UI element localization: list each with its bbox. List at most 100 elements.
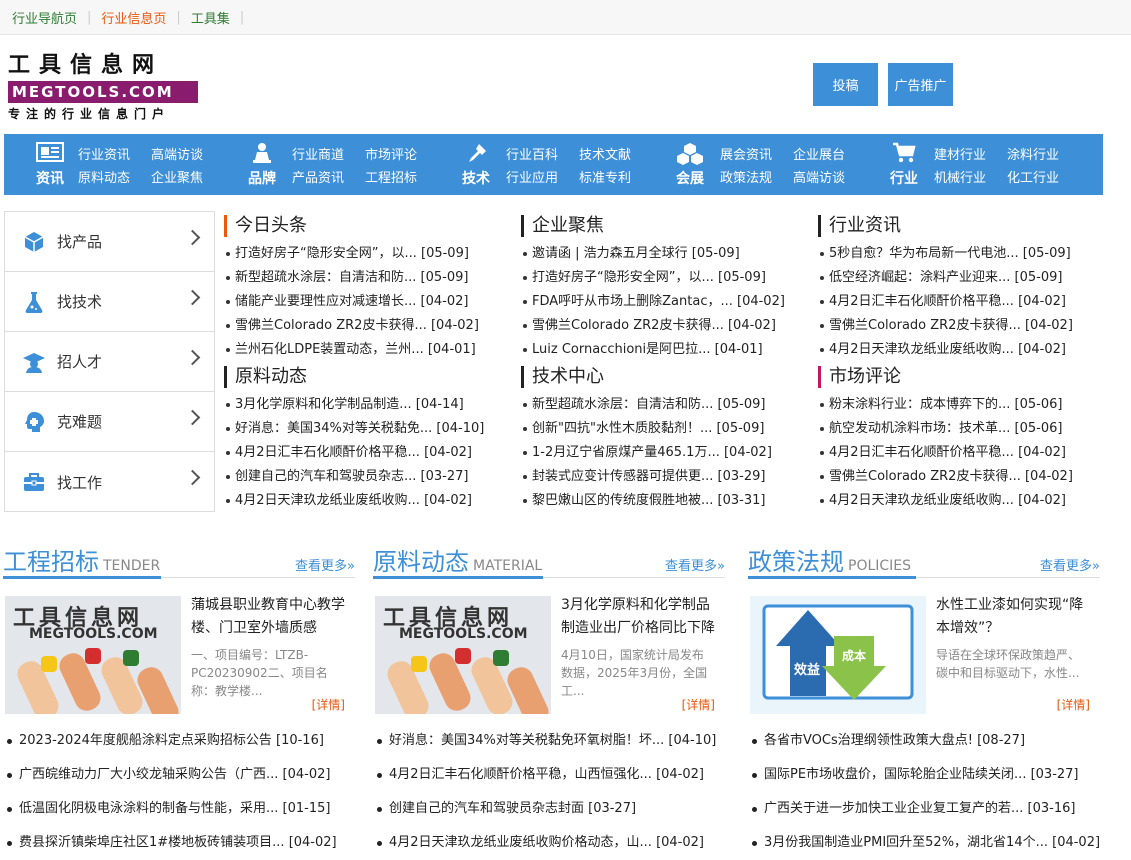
section-title[interactable]: 工程招标 TENDER <box>3 542 160 577</box>
nav-cat-industry[interactable]: 行业 <box>886 168 922 188</box>
thumbnail-image[interactable]: 工具信息网 MEGTOOLS.COM <box>5 596 181 714</box>
nav-link[interactable]: 展会资讯 <box>720 144 772 163</box>
list-item[interactable]: 创建自己的汽车和驾驶员杂志... [03-27] <box>224 465 509 489</box>
block-title[interactable]: 行业资讯 <box>818 215 1118 237</box>
list-item[interactable]: 打造好房子“隐形安全网”，以... [05-09] <box>521 266 806 290</box>
site-logo[interactable]: 工具信息网 MEGTOOLS.COM 专注的行业信息门户 <box>8 53 200 122</box>
list-item[interactable]: 黎巴嫩山区的传统度假胜地被... [03-31] <box>521 489 806 513</box>
list-item[interactable]: 好消息：美国34%对等关税黏免环氧树脂！坏... [04-10] <box>375 724 716 758</box>
section-title[interactable]: 政策法规 POLICIES <box>748 542 911 577</box>
thumbnail-image[interactable]: 效益 成本 <box>750 596 926 714</box>
chevron-right-icon <box>184 409 201 426</box>
list-item[interactable]: 4月2日天津玖龙纸业废纸收购价格动态，山... [04-02] <box>375 826 716 860</box>
nav-link[interactable]: 政策法规 <box>720 167 772 186</box>
list-item[interactable]: 5秒自愈？华为布局新一代电池... [05-09] <box>818 242 1118 266</box>
sidebar-item-problem[interactable]: 克难题 <box>5 392 214 452</box>
submit-button[interactable]: 投稿 <box>813 63 878 106</box>
nav-link[interactable]: 建材行业 <box>934 144 986 163</box>
list-item[interactable]: 粉末涂料行业：成本博弈下的... [05-06] <box>818 393 1118 417</box>
more-link[interactable]: 查看更多» <box>1040 555 1100 574</box>
nav-cat-news[interactable]: 资讯 <box>32 168 68 188</box>
block-title[interactable]: 今日头条 <box>224 215 509 237</box>
list-item[interactable]: 4月2日汇丰石化顺酐价格平稳... [04-02] <box>818 290 1118 314</box>
list-item[interactable]: 3月化学原料和化学制品制造... [04-14] <box>224 393 509 417</box>
list-item[interactable]: 新型超疏水涂层：自清洁和防... [05-09] <box>224 266 509 290</box>
detail-link[interactable]: [详情] <box>1057 696 1090 713</box>
list-item[interactable]: 创新"四抗"水性木质胶黏剂！... [05-09] <box>521 417 806 441</box>
nav-cat-expo[interactable]: 会展 <box>672 168 708 188</box>
list-item[interactable]: 4月2日天津玖龙纸业废纸收购... [04-02] <box>818 338 1118 362</box>
nav-link[interactable]: 行业百科 <box>506 144 558 163</box>
list-item[interactable]: 低温固化阴极电泳涂料的制备与性能，采用... [01-15] <box>5 792 337 826</box>
nav-link[interactable]: 行业商道 <box>292 144 344 163</box>
list-item[interactable]: 雪佛兰Colorado ZR2皮卡获得... [04-02] <box>818 465 1118 489</box>
list-item[interactable]: 邀请函 | 浩力森五月全球行 [05-09] <box>521 242 806 266</box>
list-item[interactable]: 2023-2024年度舰船涂料定点采购招标公告 [10-16] <box>5 724 337 758</box>
list-item[interactable]: 1-2月辽宁省原煤产量465.1万... [04-02] <box>521 441 806 465</box>
nav-cat-tech[interactable]: 技术 <box>458 168 494 188</box>
nav-link[interactable]: 高端访谈 <box>793 167 845 186</box>
nav-link[interactable]: 企业聚焦 <box>151 167 203 186</box>
list-item[interactable]: 雪佛兰Colorado ZR2皮卡获得... [04-02] <box>818 314 1118 338</box>
nav-cat-brand[interactable]: 品牌 <box>244 168 280 188</box>
sidebar-item-tech[interactable]: 找技术 <box>5 272 214 332</box>
list-item[interactable]: 4月2日汇丰石化顺酐价格平稳... [04-02] <box>818 441 1118 465</box>
list-item[interactable]: 广西皖维动力厂大小绞龙轴采购公告（广西... [04-02] <box>5 758 337 792</box>
list-item[interactable]: 创建自己的汽车和驾驶员杂志封面 [03-27] <box>375 792 716 826</box>
list-item[interactable]: 航空发动机涂料市场：技术革... [05-06] <box>818 417 1118 441</box>
top-link-toolset[interactable]: 工具集 <box>191 8 230 27</box>
detail-link[interactable]: [详情] <box>682 696 715 713</box>
list-item[interactable]: 兰州石化LDPE装置动态，兰州... [04-01] <box>224 338 509 362</box>
nav-link[interactable]: 机械行业 <box>934 167 986 186</box>
nav-link[interactable]: 技术文献 <box>579 144 631 163</box>
list-item[interactable]: 好消息：美国34%对等关税黏免... [04-10] <box>224 417 509 441</box>
sidebar-item-job[interactable]: 找工作 <box>5 452 214 512</box>
nav-link[interactable]: 行业应用 <box>506 167 558 186</box>
nav-link[interactable]: 市场评论 <box>365 144 417 163</box>
advertise-button[interactable]: 广告推广 <box>888 63 953 106</box>
block-title[interactable]: 原料动态 <box>224 366 509 388</box>
thumbnail-image[interactable]: 工具信息网 MEGTOOLS.COM <box>375 596 551 714</box>
nav-link[interactable]: 高端访谈 <box>151 144 203 163</box>
list-item[interactable]: 打造好房子“隐形安全网”，以... [05-09] <box>224 242 509 266</box>
list-item[interactable]: Luiz Cornacchioni是阿巴拉... [04-01] <box>521 338 806 362</box>
feature-title[interactable]: 蒲城县职业教育中心教学楼、门卫室外墙质感 <box>191 594 351 640</box>
top-link-industry-nav[interactable]: 行业导航页 <box>12 8 77 27</box>
list-item[interactable]: 各省市VOCs治理纲领性政策大盘点! [08-27] <box>750 724 1110 758</box>
list-item[interactable]: 广西关于进一步加快工业企业复工复产的若... [03-16] <box>750 792 1110 826</box>
more-link[interactable]: 查看更多» <box>665 555 725 574</box>
nav-link[interactable]: 产品资讯 <box>292 167 344 186</box>
block-title[interactable]: 企业聚焦 <box>521 215 806 237</box>
nav-link[interactable]: 化工行业 <box>1007 167 1059 186</box>
sidebar-item-product[interactable]: 找产品 <box>5 212 214 272</box>
list-item[interactable]: 低空经济崛起：涂料产业迎来... [05-09] <box>818 266 1118 290</box>
list-item[interactable]: 4月2日汇丰石化顺酐价格平稳... [04-02] <box>224 441 509 465</box>
detail-link[interactable]: [详情] <box>312 696 345 713</box>
block-title[interactable]: 技术中心 <box>521 366 806 388</box>
feature-title[interactable]: 3月化学原料和化学制品制造业出厂价格同比下降 <box>561 594 721 640</box>
nav-link[interactable]: 涂料行业 <box>1007 144 1059 163</box>
section-title[interactable]: 原料动态 MATERIAL <box>373 542 542 577</box>
list-item[interactable]: 国际PE市场收盘价，国际轮胎企业陆续关闭... [03-27] <box>750 758 1110 792</box>
top-link-industry-info[interactable]: 行业信息页 <box>101 8 166 27</box>
list-item[interactable]: 雪佛兰Colorado ZR2皮卡获得... [04-02] <box>521 314 806 338</box>
list-item[interactable]: 3月份我国制造业PMI回升至52%，湖北省14个... [04-02] <box>750 826 1110 860</box>
sidebar-item-talent[interactable]: 招人才 <box>5 332 214 392</box>
nav-link[interactable]: 行业资讯 <box>78 144 130 163</box>
list-item[interactable]: 4月2日汇丰石化顺酐价格平稳，山西恒强化... [04-02] <box>375 758 716 792</box>
list-item[interactable]: FDA呼吁从市场上删除Zantac，... [04-02] <box>521 290 806 314</box>
list-item[interactable]: 新型超疏水涂层：自清洁和防... [05-09] <box>521 393 806 417</box>
nav-link[interactable]: 企业展台 <box>793 144 845 163</box>
nav-link[interactable]: 工程招标 <box>365 167 417 186</box>
list-item[interactable]: 封装式应变计传感器可提供更... [03-29] <box>521 465 806 489</box>
list-item[interactable]: 储能产业要理性应对减速增长... [04-02] <box>224 290 509 314</box>
nav-link[interactable]: 原料动态 <box>78 167 130 186</box>
list-item[interactable]: 4月2日天津玖龙纸业废纸收购... [04-02] <box>818 489 1118 513</box>
nav-link[interactable]: 标准专利 <box>579 167 631 186</box>
feature-title[interactable]: 水性工业漆如何实现“降本增效”？ <box>936 594 1096 640</box>
more-link[interactable]: 查看更多» <box>295 555 355 574</box>
list-item[interactable]: 4月2日天津玖龙纸业废纸收购... [04-02] <box>224 489 509 513</box>
block-title[interactable]: 市场评论 <box>818 366 1118 388</box>
list-item[interactable]: 费县探沂镇柴埠庄社区1#楼地板砖铺装项目... [04-02] <box>5 826 337 860</box>
list-item[interactable]: 雪佛兰Colorado ZR2皮卡获得... [04-02] <box>224 314 509 338</box>
